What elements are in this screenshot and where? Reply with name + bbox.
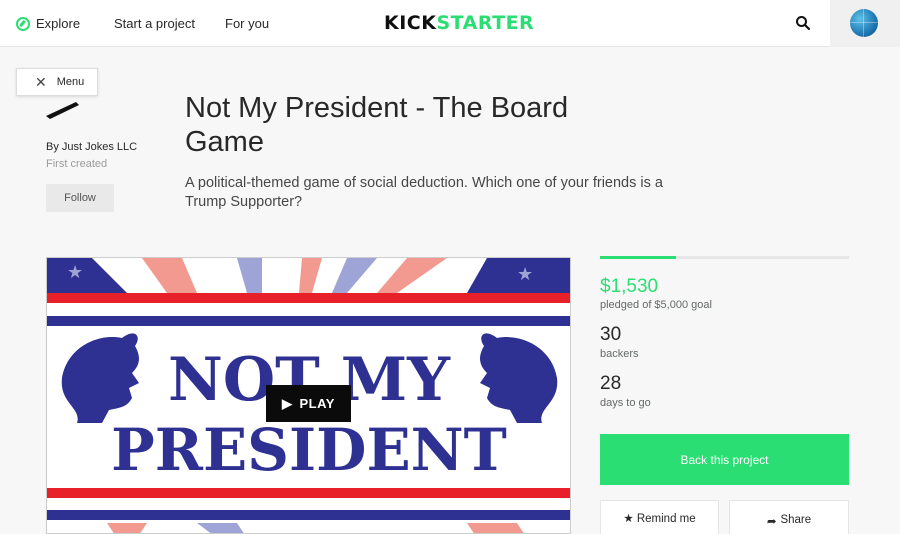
logo-starter: STARTER (436, 12, 535, 34)
explore-link[interactable]: Explore (16, 16, 80, 31)
funding-progress-fill (600, 256, 677, 259)
pledged-goal-label: pledged of $5,000 goal (600, 299, 712, 311)
menu-button[interactable]: ✕ Menu (16, 68, 98, 96)
logo-kick: KICK (384, 12, 437, 34)
back-project-button[interactable]: Back this project (600, 434, 849, 485)
first-created-label: First created (46, 158, 108, 170)
share-button[interactable]: ➦ Share (729, 500, 849, 534)
play-label: PLAY (299, 396, 335, 411)
explore-label: Explore (36, 16, 81, 31)
play-button[interactable]: ▶ PLAY (266, 385, 351, 422)
top-nav: Explore Start a project For you KICKSTAR… (0, 0, 900, 47)
svg-text:★: ★ (67, 262, 83, 282)
project-blurb: A political-themed game of social deduct… (185, 175, 663, 210)
compass-icon (16, 16, 30, 31)
pledged-amount: $1,530 (600, 276, 659, 297)
share-icon: ➦ (766, 516, 777, 528)
video-headline-2: PRESIDENT (111, 416, 507, 484)
start-project-link[interactable]: Start a project (114, 16, 195, 31)
play-icon: ▶ (282, 395, 293, 411)
project-title: Not My President - The Board Game (185, 92, 569, 158)
for-you-link[interactable]: For you (225, 16, 269, 31)
remind-me-button[interactable]: ★ Remind me (600, 500, 719, 534)
days-label: days to go (600, 397, 651, 409)
remind-label: Remind me (636, 513, 696, 525)
days-count: 28 (600, 373, 622, 394)
backers-label: backers (600, 348, 639, 360)
backers-count: 30 (600, 324, 622, 345)
svg-text:★: ★ (517, 264, 533, 284)
search-icon[interactable] (795, 15, 811, 31)
creator-name[interactable]: By Just Jokes LLC (46, 141, 137, 153)
follow-button[interactable]: Follow (46, 184, 114, 212)
share-label: Share (780, 514, 812, 526)
star-icon: ★ (623, 513, 634, 525)
funding-progress-bar (600, 256, 849, 259)
creator-avatar[interactable] (46, 98, 80, 120)
close-icon: ✕ (35, 73, 47, 90)
user-menu[interactable] (830, 0, 900, 47)
kickstarter-logo[interactable]: KICKSTARTER (384, 12, 534, 34)
avatar[interactable] (850, 9, 878, 37)
menu-label: Menu (56, 76, 85, 88)
